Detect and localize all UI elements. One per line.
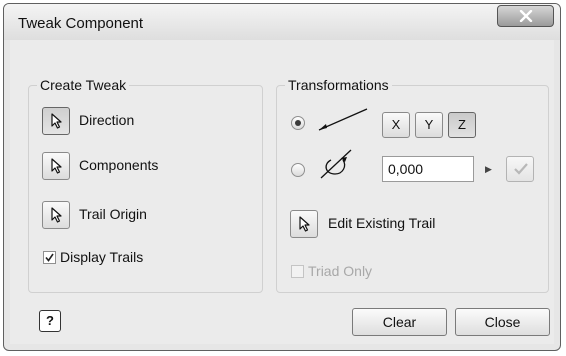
window-title: Tweak Component [18,15,144,32]
window-close-button[interactable] [497,5,554,27]
close-button[interactable]: Close [455,308,550,336]
edit-existing-trail-button[interactable] [290,210,318,238]
transformations-label: Transformations [285,77,392,93]
dialog-body: Create Tweak Direction Components Trail … [10,40,554,344]
cursor-arrow-icon [299,216,310,232]
trail-origin-label: Trail Origin [79,206,147,222]
display-trails-checkbox[interactable] [43,251,56,264]
cursor-arrow-icon [51,207,62,223]
cursor-arrow-icon [51,158,62,174]
help-button[interactable]: ? [39,310,61,332]
clear-button[interactable]: Clear [352,308,447,336]
title-bar: Tweak Component [4,4,560,40]
triad-only-checkbox[interactable] [291,265,304,278]
axis-z-button[interactable]: Z [448,112,476,138]
rotation-angle-input[interactable]: 0,000 [382,156,474,182]
rotate-radio[interactable] [291,163,305,177]
components-label: Components [79,157,159,173]
apply-button[interactable] [506,156,534,182]
direction-label: Direction [79,112,135,128]
axis-x-button[interactable]: X [382,112,410,138]
rotate-icon [320,149,352,179]
trail-origin-button[interactable] [42,201,70,229]
create-tweak-label: Create Tweak [37,77,130,93]
tweak-component-dialog: Tweak Component Create Tweak Direction C… [3,3,561,351]
display-trails-label: Display Trails [60,249,144,265]
stepper-arrow-icon[interactable]: ▶ [485,164,492,175]
create-tweak-group: Create Tweak Direction Components Trail … [28,77,263,293]
cursor-arrow-icon [51,113,62,129]
triad-only-label: Triad Only [308,263,373,279]
components-button[interactable] [42,152,70,180]
close-icon [519,10,533,22]
edit-existing-trail-label: Edit Existing Trail [328,215,436,231]
checkmark-icon [45,253,54,262]
direction-button[interactable] [42,107,70,135]
axis-y-button[interactable]: Y [415,112,443,138]
transformations-group: Transformations X Y Z 0,000 ▶ Edit Exist… [276,77,549,293]
move-radio[interactable] [291,116,305,130]
move-direction-icon [318,108,368,131]
checkmark-icon [514,163,528,175]
